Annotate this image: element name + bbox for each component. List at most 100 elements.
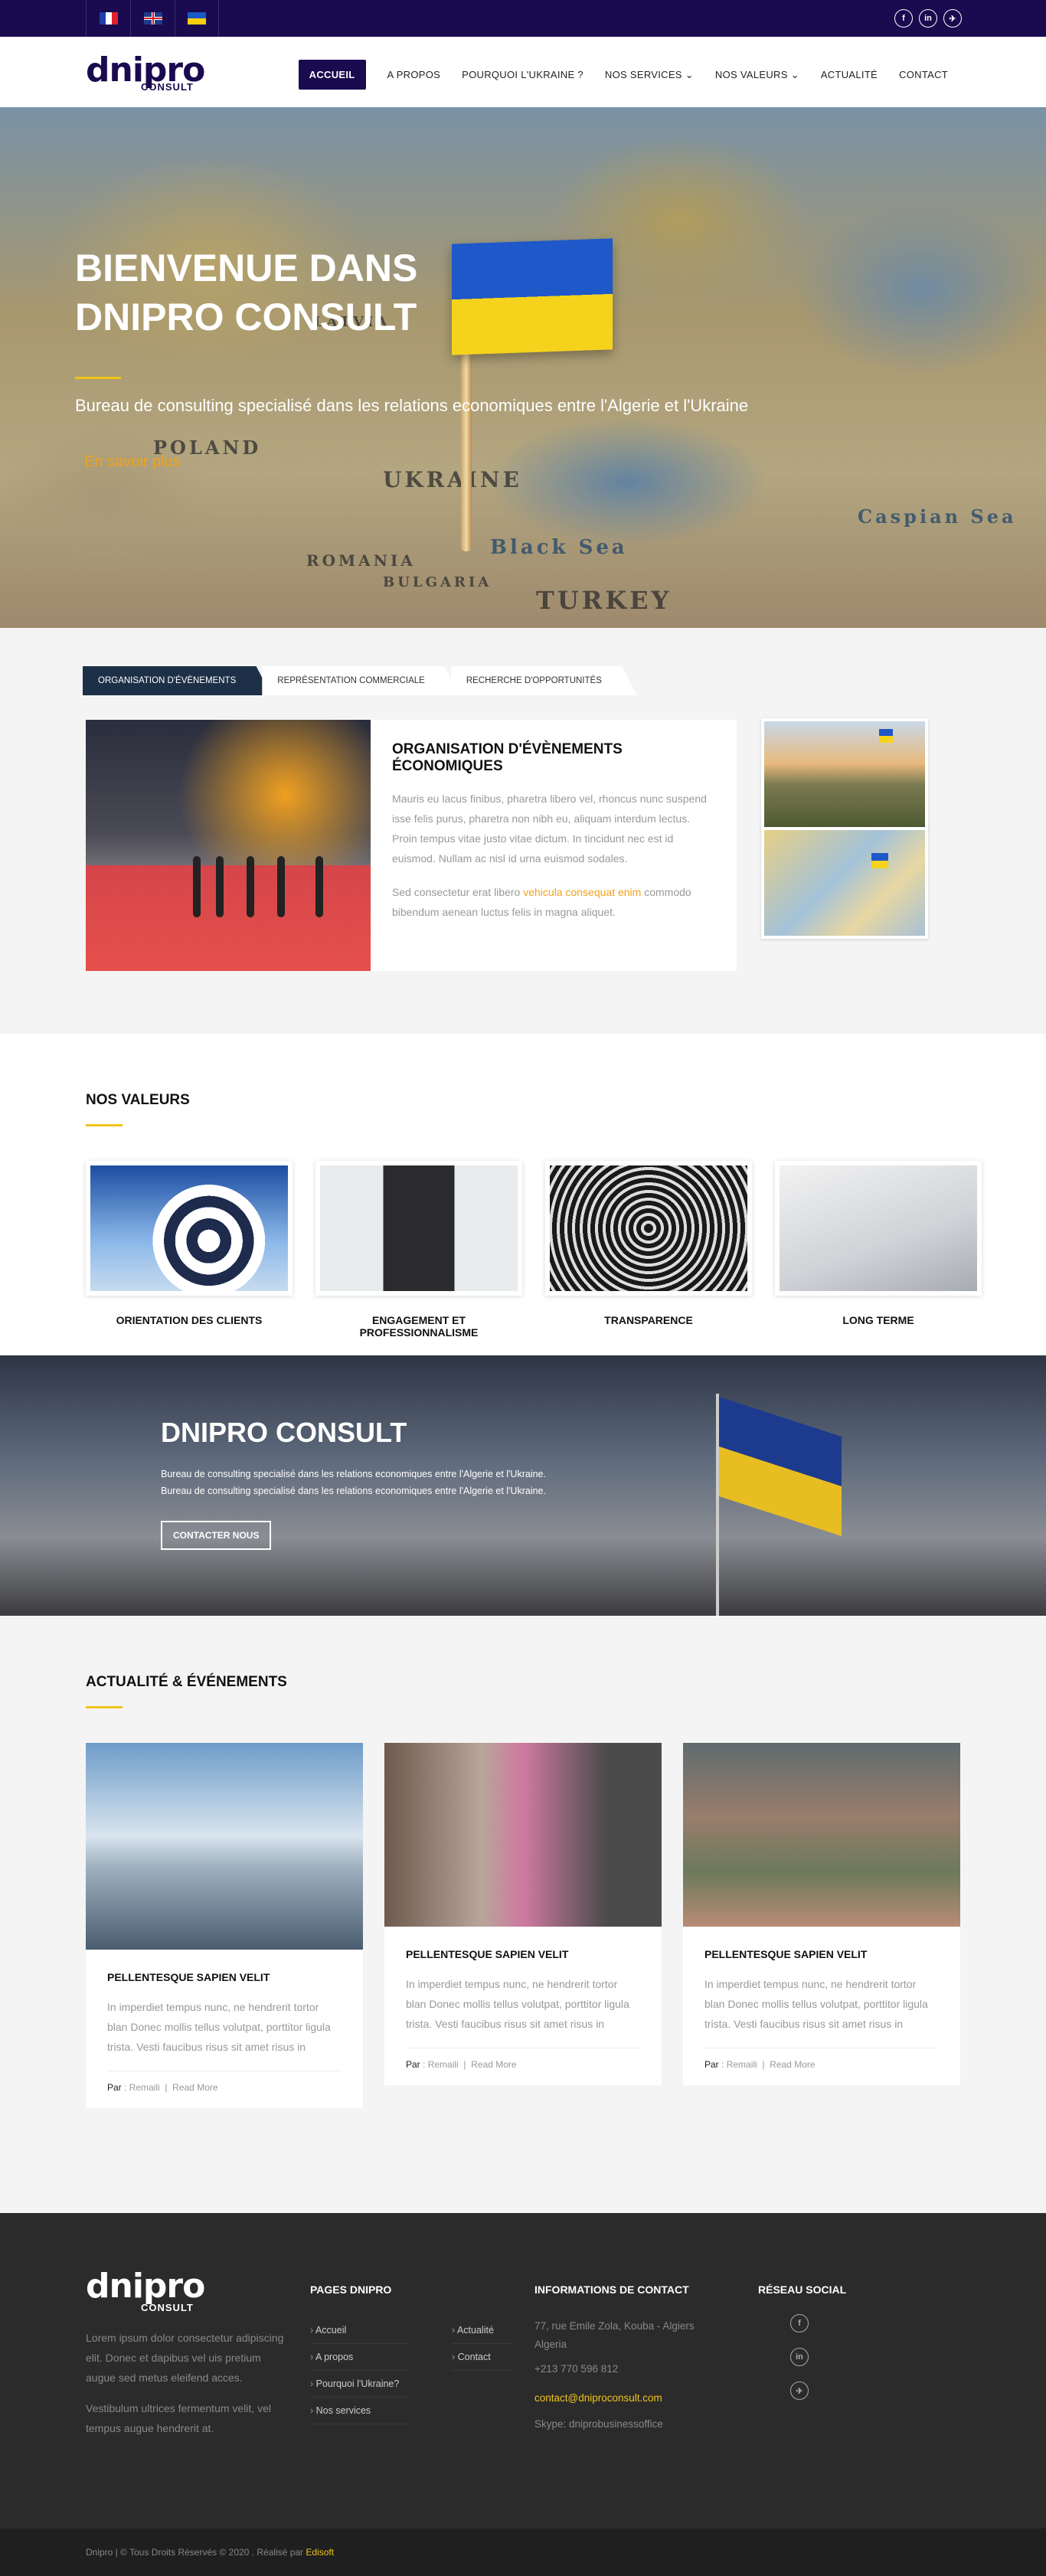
service-card-title: ORGANISATION D'ÉVÈNEMENTS ÉCONOMIQUES: [392, 741, 623, 774]
footer-about: Lorem ipsum dolor consectetur adipiscing…: [86, 2332, 284, 2434]
footer-pages-col1: Accueil A propos Pourquoi l'Ukraine? Nos…: [310, 2317, 410, 2424]
lang-en[interactable]: [130, 0, 175, 37]
maze-image: [545, 1161, 752, 1296]
credit-link[interactable]: Edisoft: [306, 2547, 334, 2558]
service-card: ORGANISATION D'ÉVÈNEMENTS ÉCONOMIQUES Ma…: [86, 720, 737, 971]
hero-more-link[interactable]: En savoir plus: [84, 453, 181, 471]
cta-banner: DNIPRO CONSULT Bureau de consulting spec…: [0, 1355, 1046, 1616]
value-card[interactable]: ENGAGEMENT ET PROFESSIONNALISME: [315, 1161, 522, 1339]
value-label: ORIENTATION DES CLIENTS: [116, 1314, 263, 1326]
footer-link[interactable]: A propos: [310, 2344, 410, 2371]
hero-underline: [75, 377, 121, 379]
tab-representation[interactable]: REPRÉSENTATION COMMERCIALE: [262, 666, 460, 695]
service-card-body: ORGANISATION D'ÉVÈNEMENTS ÉCONOMIQUES Ma…: [371, 720, 737, 971]
flag-thumb: [871, 853, 888, 868]
news-card[interactable]: PELLENTESQUE SAPIEN VELIT In imperdiet t…: [384, 1743, 662, 2085]
event-hall-image: [86, 720, 371, 971]
news-card[interactable]: PELLENTESQUE SAPIEN VELIT In imperdiet t…: [683, 1743, 960, 2085]
email-link[interactable]: contact@dniproconsult.com: [534, 2389, 726, 2408]
value-card[interactable]: ORIENTATION DES CLIENTS: [86, 1161, 293, 1339]
nav-nos-services[interactable]: NOS SERVICES ⌄: [605, 69, 694, 81]
news-body: PELLENTESQUE SAPIEN VELIT In imperdiet t…: [384, 1927, 662, 2085]
handshake-image: [775, 1161, 982, 1296]
footer-social: f in ✈: [790, 2314, 809, 2400]
values-section: NOS VALEURS ORIENTATION DES CLIENTS ENGA…: [0, 1034, 1046, 1355]
news-meta: Par : Remaili | Read More: [107, 2071, 342, 2093]
news-title-text[interactable]: PELLENTESQUE SAPIEN VELIT: [107, 1971, 342, 1983]
news-card[interactable]: PELLENTESQUE SAPIEN VELIT In imperdiet t…: [86, 1743, 363, 2108]
nav-pourquoi-ukraine[interactable]: POURQUOI L'UKRAINE ?: [462, 69, 583, 80]
banner-text: Bureau de consulting specialisé dans les…: [161, 1469, 546, 1479]
footer-contact-title: INFORMATIONS DE CONTACT: [534, 2283, 689, 2296]
linkedin-icon[interactable]: in: [919, 9, 937, 28]
fr-flag-icon: [99, 12, 118, 25]
copyright-bar: Dnipro | © Tous Droits Réservés © 2020 .…: [0, 2529, 1046, 2576]
contact-button[interactable]: CONTACTER NOUS: [161, 1521, 272, 1550]
news-meta: Par : Remaili | Read More: [704, 2048, 939, 2070]
service-card-text: Mauris eu lacus finibus, pharetra libero…: [392, 793, 707, 865]
value-label: LONG TERME: [842, 1314, 914, 1326]
logo-sub: CONSULT: [141, 81, 194, 93]
service-card-link[interactable]: vehicula consequat enim: [523, 886, 641, 898]
ukraine-flag-image: [452, 238, 613, 355]
values-title: NOS VALEURS: [86, 1092, 190, 1108]
footer-pages-col2: Actualité Contact: [452, 2317, 513, 2371]
read-more-link[interactable]: Read More: [471, 2059, 516, 2070]
footer-link[interactable]: Actualité: [452, 2317, 513, 2344]
footer-logo[interactable]: dnipro CONSULT: [86, 2267, 205, 2313]
footer-link[interactable]: Pourquoi l'Ukraine?: [310, 2371, 410, 2398]
value-label: ENGAGEMENT ET PROFESSIONNALISME: [359, 1314, 479, 1339]
main-nav: ACCUEIL A PROPOS POURQUOI L'UKRAINE ? NO…: [298, 60, 948, 90]
lang-ua[interactable]: [175, 0, 219, 37]
news-meta: Par : Remaili | Read More: [406, 2048, 640, 2070]
telegram-icon[interactable]: ✈: [790, 2381, 809, 2400]
logo-word: dnipro: [86, 2267, 205, 2306]
footer-link[interactable]: Nos services: [310, 2398, 410, 2424]
facebook-icon[interactable]: f: [790, 2314, 809, 2332]
tab-recherche[interactable]: RECHERCHE D'OPPORTUNITÉS: [450, 666, 637, 695]
news-section: ACTUALITÉ & ÉVÉNEMENTS PELLENTESQUE SAPI…: [0, 1616, 1046, 2213]
values-grid: ORIENTATION DES CLIENTS ENGAGEMENT ET PR…: [86, 1161, 982, 1339]
service-card-text-2: Sed consectetur erat libero vehicula con…: [392, 886, 691, 918]
ukraine-flag-image: [719, 1397, 842, 1536]
read-more-link[interactable]: Read More: [172, 2082, 217, 2093]
nav-actualite[interactable]: ACTUALITÉ: [821, 69, 878, 80]
language-switcher: [86, 0, 219, 37]
hero-banner: UKRAINE POLAND ROMANIA TURKEY Black Sea …: [0, 107, 1046, 628]
facebook-icon[interactable]: f: [894, 9, 913, 28]
news-excerpt: In imperdiet tempus nunc, ne hendrerit t…: [107, 2001, 331, 2053]
businessman-image: [315, 1161, 522, 1296]
nav-contact[interactable]: CONTACT: [899, 69, 948, 80]
footer-link[interactable]: Accueil: [310, 2317, 410, 2344]
news-image: [384, 1743, 662, 1927]
footer-link[interactable]: Contact: [452, 2344, 513, 2371]
footer-contact: 77, rue Emile Zola, Kouba - Algiers Alge…: [534, 2317, 726, 2434]
news-title-text[interactable]: PELLENTESQUE SAPIEN VELIT: [406, 1948, 640, 1960]
title-underline: [86, 1706, 123, 1708]
banner-title: DNIPRO CONSULT: [161, 1417, 407, 1448]
phone: +213 770 596 812: [534, 2363, 619, 2375]
read-more-link[interactable]: Read More: [770, 2059, 815, 2070]
title-underline: [86, 1124, 123, 1126]
top-bar: f in ✈: [0, 0, 1046, 37]
news-excerpt: In imperdiet tempus nunc, ne hendrerit t…: [704, 1978, 928, 2030]
nav-accueil[interactable]: ACCUEIL: [298, 60, 366, 90]
banner-text: Bureau de consulting specialisé dans les…: [161, 1486, 546, 1496]
tab-organisation[interactable]: ORGANISATION D'ÉVÈNEMENTS: [83, 666, 272, 695]
top-social: f in ✈: [894, 9, 962, 28]
lang-fr[interactable]: [86, 0, 130, 37]
news-title-text[interactable]: PELLENTESQUE SAPIEN VELIT: [704, 1948, 939, 1960]
site-logo[interactable]: dnipro CONSULT: [86, 54, 205, 93]
map-flag-image: [761, 827, 928, 939]
uk-flag-icon: [143, 12, 162, 25]
services-tabs: ORGANISATION D'ÉVÈNEMENTS REPRÉSENTATION…: [83, 666, 637, 695]
footer-social-title: RÉSEAU SOCIAL: [758, 2283, 847, 2296]
flag-thumb: [879, 729, 893, 743]
value-label: TRANSPARENCE: [604, 1314, 693, 1326]
linkedin-icon[interactable]: in: [790, 2348, 809, 2366]
telegram-icon[interactable]: ✈: [943, 9, 962, 28]
value-card[interactable]: LONG TERME: [775, 1161, 982, 1339]
value-card[interactable]: TRANSPARENCE: [545, 1161, 752, 1339]
nav-a-propos[interactable]: A PROPOS: [387, 69, 441, 80]
nav-nos-valeurs[interactable]: NOS VALEURS ⌄: [715, 69, 799, 81]
